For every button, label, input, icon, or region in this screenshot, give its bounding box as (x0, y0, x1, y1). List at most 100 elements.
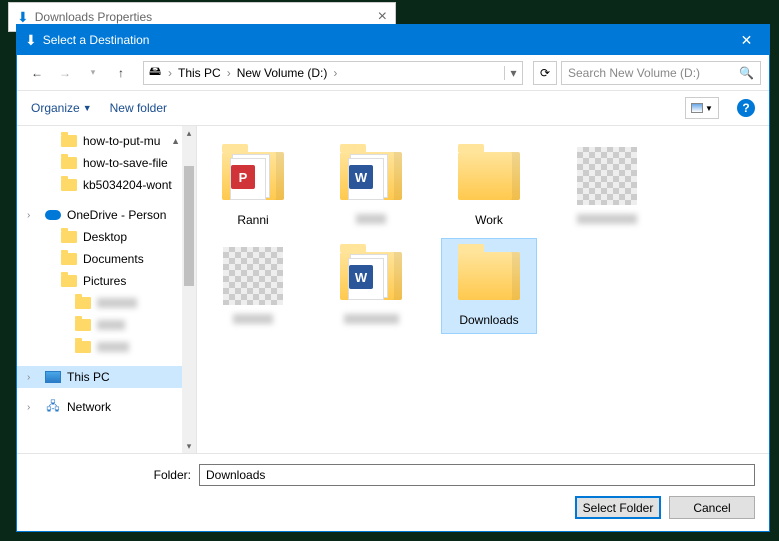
tree-item[interactable]: how-to-put-mu▲ (17, 130, 196, 152)
folder-item-selected[interactable]: Downloads (441, 238, 537, 334)
back-button[interactable]: ← (25, 61, 49, 85)
folder-label: Folder: (31, 468, 191, 482)
organize-label: Organize (31, 101, 80, 115)
pixelated-thumb (223, 247, 283, 305)
forward-button: → (53, 61, 77, 85)
select-folder-button[interactable]: Select Folder (575, 496, 661, 519)
search-box[interactable]: 🔍 (561, 61, 761, 85)
tree-item[interactable]: how-to-save-file (17, 152, 196, 174)
scroll-down-icon[interactable]: ▾ (182, 439, 196, 453)
titlebar: ⬇ Select a Destination ✕ (17, 25, 769, 55)
refresh-button[interactable]: ⟳ (533, 61, 557, 85)
folder-icon (61, 135, 77, 147)
word-icon: W (349, 265, 373, 289)
sidebar-scrollbar[interactable]: ▴ ▾ (182, 126, 196, 453)
address-bar[interactable]: 🖴 › This PC › New Volume (D:) › ▾ (143, 61, 523, 85)
tree-item[interactable]: Documents (17, 248, 196, 270)
button-row: Select Folder Cancel (31, 496, 755, 519)
close-button[interactable]: ✕ (724, 25, 769, 55)
folder-item[interactable] (205, 238, 301, 334)
dialog-footer: Folder: Select Folder Cancel (17, 453, 769, 531)
onedrive-icon (45, 210, 61, 220)
chevron-right-icon[interactable]: › (27, 402, 30, 413)
tree-label: Pictures (83, 274, 126, 288)
dialog-body: how-to-put-mu▲ how-to-save-file kb503420… (17, 125, 769, 453)
chevron-right-icon[interactable]: › (166, 66, 174, 80)
tree-label: OneDrive - Person (67, 208, 166, 222)
this-pc-icon (45, 371, 61, 383)
scroll-up-icon[interactable]: ▴ (182, 126, 196, 140)
tree-item-this-pc[interactable]: › This PC (17, 366, 196, 388)
address-dropdown-icon[interactable]: ▾ (504, 66, 522, 80)
search-input[interactable] (568, 66, 739, 80)
folder-icon (61, 179, 77, 191)
file-list[interactable]: P Ranni W Work W (197, 126, 769, 453)
tree-item[interactable] (17, 292, 196, 314)
organize-menu[interactable]: Organize ▼ (31, 101, 92, 115)
chevron-right-icon[interactable]: › (331, 66, 339, 80)
up-button[interactable]: ↑ (109, 61, 133, 85)
thumbnails-icon (691, 103, 703, 113)
down-arrow-icon: ⬇ (25, 32, 37, 49)
new-folder-button[interactable]: New folder (110, 101, 167, 115)
dialog-title: Select a Destination (43, 33, 724, 47)
scrollbar-thumb[interactable] (184, 166, 194, 286)
view-mode-button[interactable]: ▼ (685, 97, 719, 119)
tree-item[interactable]: kb5034204-wont (17, 174, 196, 196)
select-destination-dialog: ⬇ Select a Destination ✕ ← → ▾ ↑ 🖴 › Thi… (16, 24, 770, 532)
tree-item-network[interactable]: ›🖧Network (17, 396, 196, 418)
folder-icon (75, 297, 91, 309)
breadcrumb-drive[interactable]: New Volume (D:) (233, 66, 332, 80)
folder-icon (75, 319, 91, 331)
search-icon[interactable]: 🔍 (739, 66, 754, 80)
folder-icon (458, 252, 520, 300)
tree-label: Desktop (83, 230, 127, 244)
folder-item[interactable]: P Ranni (205, 138, 301, 234)
folder-item[interactable] (559, 138, 655, 234)
tree-item[interactable]: Pictures (17, 270, 196, 292)
folder-icon (75, 341, 91, 353)
chevron-down-icon: ▼ (705, 104, 713, 113)
item-label (577, 213, 637, 227)
bg-window-title: Downloads Properties (35, 10, 378, 24)
drive-icon: 🖴 (144, 62, 166, 83)
blurred-text (97, 298, 137, 308)
folder-icon (61, 275, 77, 287)
tree-item[interactable] (17, 336, 196, 358)
pdf-icon: P (231, 165, 255, 189)
chevron-right-icon[interactable]: › (225, 66, 233, 80)
navigation-pane: how-to-put-mu▲ how-to-save-file kb503420… (17, 126, 197, 453)
scroll-up-icon: ▲ (171, 136, 180, 146)
cancel-button[interactable]: Cancel (669, 496, 755, 519)
word-icon: W (349, 165, 373, 189)
tree-label: kb5034204-wont (83, 178, 172, 192)
item-label (344, 313, 399, 327)
folder-item[interactable]: Work (441, 138, 537, 234)
folder-icon (458, 152, 520, 200)
breadcrumb-this-pc[interactable]: This PC (174, 66, 225, 80)
blurred-text (97, 342, 129, 352)
folder-icon (61, 253, 77, 265)
folder-item[interactable]: W (323, 138, 419, 234)
folder-name-row: Folder: (31, 464, 755, 486)
tree-label: Network (67, 400, 111, 414)
folder-item[interactable]: W (323, 238, 419, 334)
item-label: Ranni (237, 213, 268, 227)
tree-label: how-to-save-file (83, 156, 168, 170)
item-label: Work (475, 213, 503, 227)
folder-name-input[interactable] (199, 464, 755, 486)
folder-icon (61, 231, 77, 243)
chevron-right-icon[interactable]: › (27, 210, 30, 221)
help-button[interactable]: ? (737, 99, 755, 117)
folder-icon (61, 157, 77, 169)
item-label (233, 313, 273, 327)
tree-item-onedrive[interactable]: › OneDrive - Person (17, 204, 196, 226)
recent-dropdown[interactable]: ▾ (81, 61, 105, 85)
tree-label: This PC (67, 370, 110, 384)
down-arrow-icon: ⬇ (17, 9, 29, 26)
chevron-right-icon[interactable]: › (27, 372, 30, 383)
item-label (356, 213, 386, 227)
tree-item[interactable] (17, 314, 196, 336)
tree-item[interactable]: Desktop (17, 226, 196, 248)
toolbar: Organize ▼ New folder ▼ ? (17, 91, 769, 125)
